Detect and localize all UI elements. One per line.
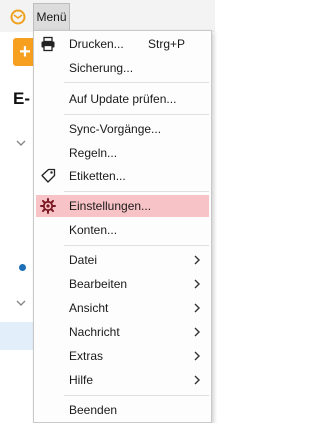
- menu-item-label: Regeln...: [69, 146, 118, 160]
- menu-item-label: Drucken...: [69, 37, 124, 51]
- menu-item-label: Auf Update prüfen...: [69, 92, 177, 106]
- chevron-right-icon: [191, 302, 203, 314]
- menu-item-label: Bearbeiten: [69, 277, 128, 291]
- menu-item-view[interactable]: Ansicht: [36, 297, 209, 319]
- menu-item-help[interactable]: Hilfe: [36, 369, 209, 391]
- menu-item-file[interactable]: Datei: [36, 249, 209, 271]
- menu-item-check-update[interactable]: Auf Update prüfen...: [36, 88, 209, 110]
- menu-item-extras[interactable]: Extras: [36, 345, 209, 367]
- tag-icon: [40, 168, 56, 184]
- menu-separator: [64, 245, 209, 246]
- menu-item-label: Extras: [69, 349, 104, 363]
- menu-separator: [64, 114, 209, 115]
- menu-separator: [64, 191, 209, 192]
- printer-icon: [40, 36, 56, 52]
- menu-item-label: Etiketten...: [69, 169, 126, 183]
- menu-item-label: Hilfe: [69, 373, 94, 387]
- menu-item-quit[interactable]: Beenden: [36, 399, 209, 421]
- shortcut-label: Strg+P: [148, 37, 186, 51]
- chevron-right-icon: [191, 350, 203, 362]
- menu-item-edit[interactable]: Bearbeiten: [36, 273, 209, 295]
- menu-item-label: Datei: [69, 253, 98, 267]
- menu-item-label: Sicherung...: [69, 61, 134, 75]
- menu-item-rules[interactable]: Regeln...: [36, 142, 209, 164]
- menu-item-message[interactable]: Nachricht: [36, 321, 209, 343]
- menu-item-label: Einstellungen...: [69, 199, 152, 213]
- app-menu-dropdown: Drucken... Strg+P Sicherung... Auf Updat…: [33, 30, 212, 423]
- gear-icon: [40, 198, 56, 214]
- menu-item-print[interactable]: Drucken... Strg+P: [36, 33, 209, 55]
- section-title-fragment: E-: [13, 89, 30, 108]
- chevron-down-icon[interactable]: [16, 298, 26, 311]
- menu-item-label: Ansicht: [69, 301, 109, 315]
- menu-item-accounts[interactable]: Konten...: [36, 219, 209, 241]
- menu-item-tags[interactable]: Etiketten...: [36, 165, 209, 187]
- menu-item-label: Beenden: [69, 403, 118, 417]
- chevron-right-icon: [191, 326, 203, 338]
- menu-separator: [64, 395, 209, 396]
- unread-dot-icon: [19, 264, 26, 271]
- menu-item-sync[interactable]: Sync-Vorgänge...: [36, 118, 209, 140]
- chevron-right-icon: [191, 254, 203, 266]
- menu-separator: [64, 82, 209, 83]
- mail-app-logo-icon: [10, 9, 26, 25]
- menu-item-label: Konten...: [69, 223, 118, 237]
- menu-button[interactable]: Menü: [33, 3, 70, 31]
- chevron-right-icon: [191, 278, 203, 290]
- chevron-down-icon[interactable]: [16, 138, 26, 151]
- menu-item-label: Sync-Vorgänge...: [69, 122, 162, 136]
- menu-item-settings[interactable]: Einstellungen...: [36, 195, 209, 217]
- menu-item-backup[interactable]: Sicherung...: [36, 57, 209, 79]
- menubar: Menü: [0, 0, 215, 32]
- chevron-right-icon: [191, 374, 203, 386]
- menu-item-label: Nachricht: [69, 325, 120, 339]
